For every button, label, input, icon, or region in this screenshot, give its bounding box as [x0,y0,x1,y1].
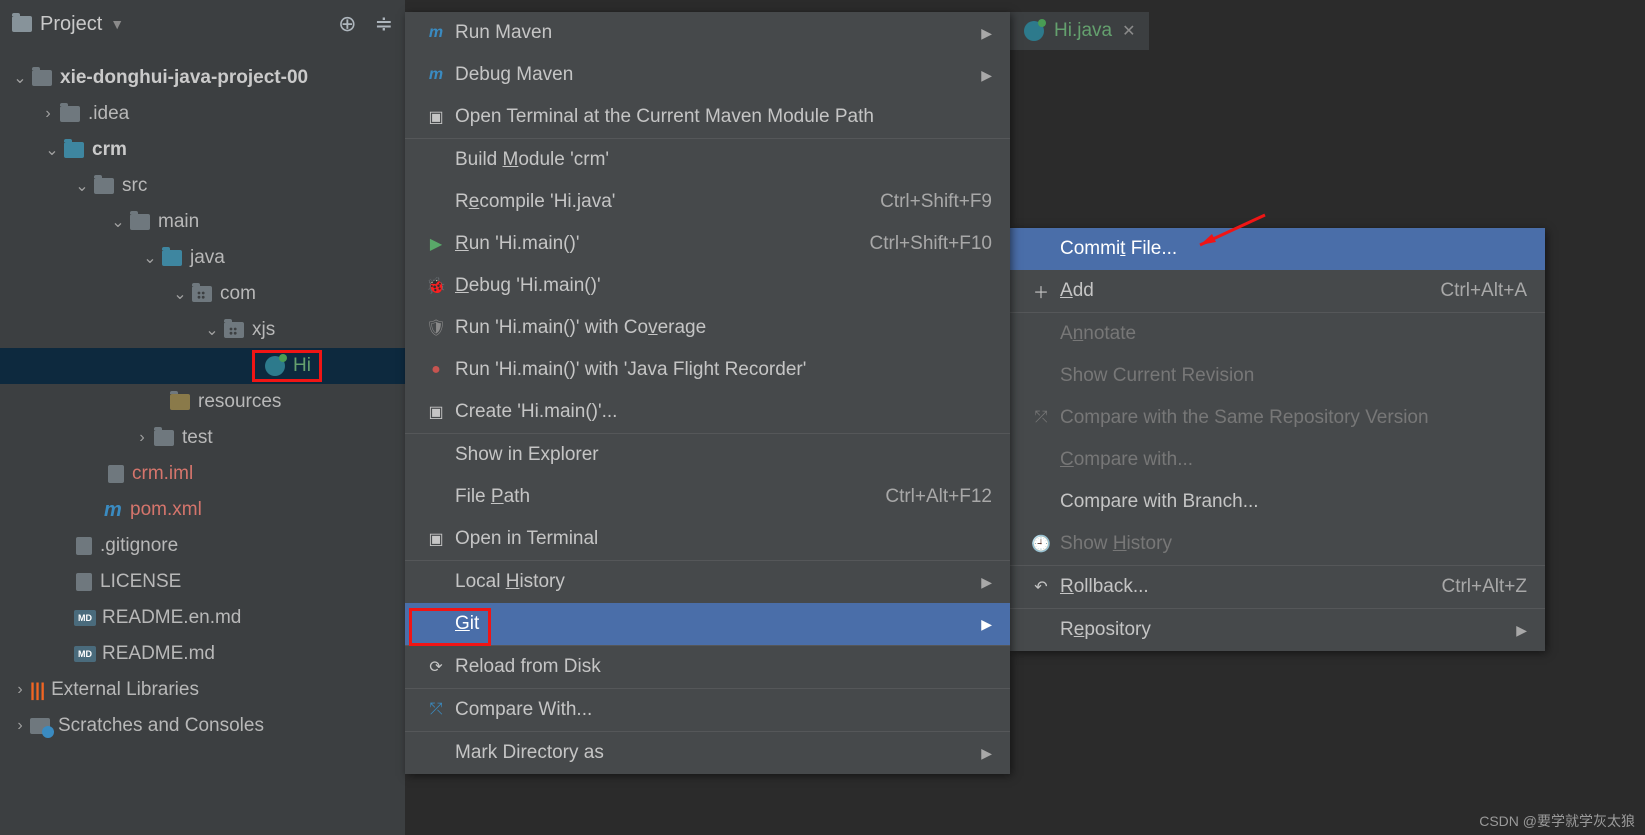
tree-src[interactable]: ⌄src [0,168,405,204]
tree-resources[interactable]: resources [0,384,405,420]
tree-readme-en[interactable]: MDREADME.en.md [0,600,405,636]
submenu-arrow-icon: ▶ [981,616,992,633]
project-label: Project [40,13,102,36]
file-icon [76,537,92,555]
tree-readme[interactable]: MDREADME.md [0,636,405,672]
menu-debug-maven[interactable]: mDebug Maven▶ [405,54,1010,96]
menu-local-history[interactable]: Local History▶ [405,561,1010,603]
tree-java[interactable]: ⌄java [0,240,405,276]
maven-debug-icon: m [423,66,449,84]
compare-icon: ⤱ [423,701,449,719]
maven-run-icon: m [423,24,449,42]
menu-run-coverage[interactable]: 🛡Run 'Hi.main()' with Coverage [405,307,1010,349]
library-icon: ||| [30,680,45,701]
menu-open-terminal[interactable]: ▣Open in Terminal [405,518,1010,560]
iml-icon [108,465,124,483]
menu-debug[interactable]: 🐞Debug 'Hi.main()' [405,265,1010,307]
tree-test[interactable]: ›test [0,420,405,456]
menu-run-maven[interactable]: mRun Maven▶ [405,12,1010,54]
menu-show-history: 🕘Show History [1010,523,1545,565]
clock-icon: 🕘 [1028,534,1054,554]
tree-hi[interactable]: Hi [0,348,405,384]
project-tree[interactable]: ⌄xie-donghui-java-project-00 ›.idea ⌄crm… [0,48,405,835]
menu-build-module[interactable]: Build Module 'crm' [405,139,1010,181]
menu-compare-branch[interactable]: Compare with Branch... [1010,481,1545,523]
menu-run[interactable]: ▶Run 'Hi.main()'Ctrl+Shift+F10 [405,223,1010,265]
tree-crm-iml[interactable]: crm.iml [0,456,405,492]
tree-main[interactable]: ⌄main [0,204,405,240]
menu-show-revision: Show Current Revision [1010,355,1545,397]
tab-filename: Hi.java [1054,20,1112,42]
coverage-icon: 🛡 [423,318,449,338]
menu-compare-repo: ⤱Compare with the Same Repository Versio… [1010,397,1545,439]
submenu-arrow-icon: ▶ [981,745,992,762]
tree-pom[interactable]: mpom.xml [0,492,405,528]
rollback-icon: ↶ [1028,577,1054,597]
java-class-icon [265,356,285,376]
menu-commit-file[interactable]: Commit File... [1010,228,1545,270]
scratch-icon [30,718,50,734]
plus-icon: ＋ [1028,279,1054,303]
tree-license[interactable]: LICENSE [0,564,405,600]
tree-root[interactable]: ⌄xie-donghui-java-project-00 [0,60,405,96]
tree-external-libraries[interactable]: ›|||External Libraries [0,672,405,708]
menu-create-run-config[interactable]: ▣Create 'Hi.main()'... [405,391,1010,433]
menu-annotate: Annotate [1010,313,1545,355]
menu-show-explorer[interactable]: Show in Explorer [405,434,1010,476]
menu-rollback[interactable]: ↶Rollback...Ctrl+Alt+Z [1010,566,1545,608]
locate-icon[interactable]: ⊕ [338,11,356,37]
menu-mark-directory[interactable]: Mark Directory as▶ [405,732,1010,774]
chevron-down-icon[interactable]: ▼ [110,16,124,32]
menu-compare-with[interactable]: ⤱Compare With... [405,689,1010,731]
submenu-arrow-icon: ▶ [981,25,992,42]
submenu-arrow-icon: ▶ [981,574,992,591]
menu-compare-with: Compare with... [1010,439,1545,481]
terminal-icon: ▣ [423,529,449,549]
menu-recompile[interactable]: Recompile 'Hi.java'Ctrl+Shift+F9 [405,181,1010,223]
compare-icon: ⤱ [1028,409,1054,427]
selection-highlight: Hi [252,350,322,382]
markdown-icon: MD [74,610,96,626]
menu-open-terminal-maven[interactable]: ▣Open Terminal at the Current Maven Modu… [405,96,1010,138]
expand-icon[interactable]: ≑ [375,11,393,37]
menu-run-jfr[interactable]: ●Run 'Hi.main()' with 'Java Flight Recor… [405,349,1010,391]
tree-gitignore[interactable]: .gitignore [0,528,405,564]
file-icon [76,573,92,591]
watermark: CSDN @要学就学灰太狼 [1479,811,1635,831]
terminal-icon: ▣ [423,107,449,127]
menu-reload-disk[interactable]: ⟳Reload from Disk [405,646,1010,688]
java-class-icon [1024,21,1044,41]
project-toolbar[interactable]: Project ▼ ⊕ ≑ [0,0,405,48]
submenu-arrow-icon: ▶ [1516,622,1527,639]
menu-add[interactable]: ＋AddCtrl+Alt+A [1010,270,1545,312]
profiler-icon: ● [423,361,449,379]
tree-scratches[interactable]: ›Scratches and Consoles [0,708,405,744]
close-icon[interactable]: ✕ [1122,21,1135,41]
tree-com[interactable]: ⌄com [0,276,405,312]
editor-tab[interactable]: Hi.java ✕ [1010,12,1149,50]
reload-icon: ⟳ [423,657,449,677]
tree-idea[interactable]: ›.idea [0,96,405,132]
menu-file-path[interactable]: File PathCtrl+Alt+F12 [405,476,1010,518]
menu-git[interactable]: Git▶ [405,603,1010,645]
project-icon [12,16,32,32]
context-menu: mRun Maven▶ mDebug Maven▶ ▣Open Terminal… [405,12,1010,774]
project-toolbar-buttons: ⊕ ≑ [338,11,393,37]
git-submenu: Commit File... ＋AddCtrl+Alt+A Annotate S… [1010,228,1545,651]
submenu-arrow-icon: ▶ [981,67,992,84]
tree-xjs[interactable]: ⌄xjs [0,312,405,348]
markdown-icon: MD [74,646,96,662]
maven-icon: m [104,499,124,522]
debug-icon: 🐞 [423,276,449,296]
create-config-icon: ▣ [423,402,449,422]
tree-crm[interactable]: ⌄crm [0,132,405,168]
menu-repository[interactable]: Repository▶ [1010,609,1545,651]
run-icon: ▶ [423,234,449,254]
